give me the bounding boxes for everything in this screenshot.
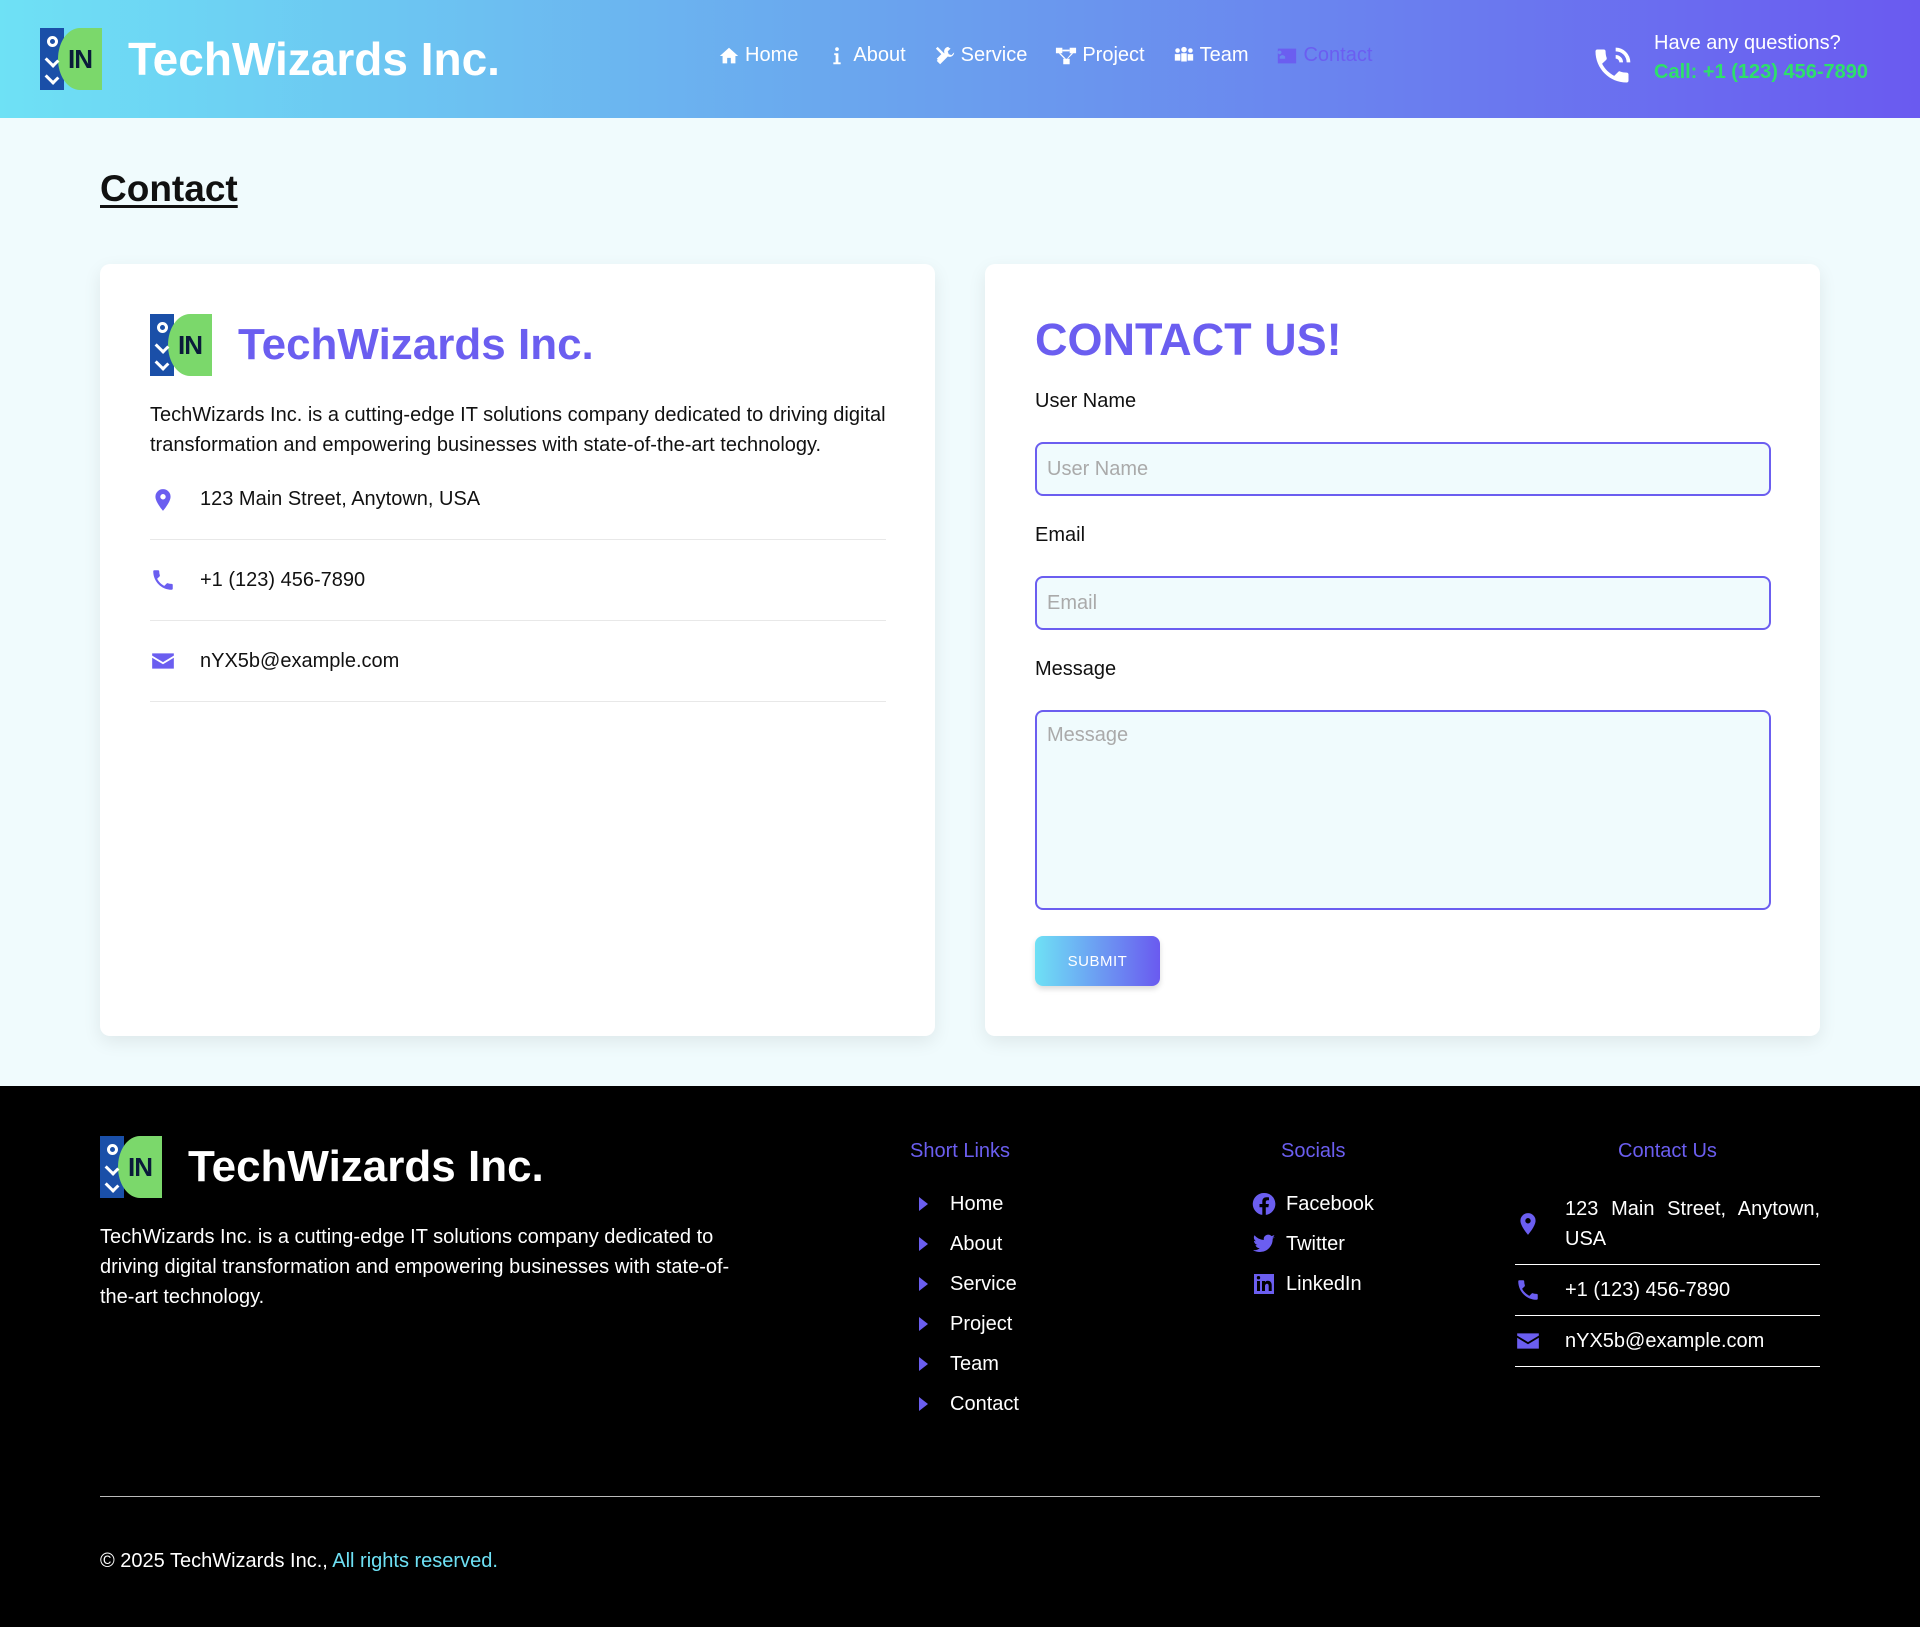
phone-icon [1518, 1280, 1538, 1300]
site-footer: IN TechWizards Inc. TechWizards Inc. is … [0, 1086, 1920, 1627]
nav-label: Contact [1303, 44, 1373, 66]
home-icon [719, 47, 739, 63]
nav-label: About [853, 44, 906, 66]
page-title: Contact [100, 168, 238, 209]
facebook-icon [1252, 1192, 1276, 1215]
social-twitter[interactable]: Twitter [1252, 1224, 1374, 1264]
message-label: Message [1035, 658, 1117, 680]
nav-project[interactable]: Project [1055, 44, 1145, 67]
card-brand: IN TechWizards Inc. [150, 314, 594, 376]
footer-link-home[interactable]: Home [915, 1184, 1019, 1224]
footer-address-text: 123 Main Street, Anytown, USA [1565, 1198, 1820, 1250]
phone-icon [153, 570, 173, 590]
nav-label: Team [1199, 44, 1249, 66]
nav-contact[interactable]: Contact [1276, 44, 1372, 67]
company-info-card: IN TechWizards Inc. TechWizards Inc. is … [100, 264, 935, 1036]
linkedin-icon [1254, 1274, 1274, 1294]
caret-right-icon [919, 1317, 928, 1331]
footer-link-service[interactable]: Service [915, 1264, 1019, 1304]
short-links-heading: Short Links [910, 1140, 1011, 1162]
footer-email-row: nYX5b@example.com [1515, 1316, 1820, 1367]
footer-link-contact[interactable]: Contact [915, 1384, 1019, 1424]
rights-link[interactable]: All rights reserved. [332, 1550, 498, 1572]
card-brand-name: TechWizards Inc. [238, 320, 594, 369]
contact-us-heading: Contact Us [1618, 1140, 1717, 1162]
team-icon [1174, 46, 1193, 61]
email-label: Email [1035, 524, 1086, 546]
socials-list: Facebook Twitter LinkedIn [1252, 1184, 1374, 1304]
username-input[interactable] [1035, 442, 1771, 496]
footer-contact-list: 123 Main Street, Anytown, USA +1 (123) 4… [1515, 1184, 1820, 1367]
logo-icon: IN [100, 1136, 162, 1198]
footer-link-team[interactable]: Team [915, 1344, 1019, 1384]
nav-label: Project [1082, 44, 1145, 66]
header-call: Have any questions? Call: +1 (123) 456-7… [1590, 28, 1868, 88]
footer-brand[interactable]: IN TechWizards Inc. [100, 1136, 544, 1198]
main-nav: Home About Service Project Team Contact [718, 44, 1372, 67]
footer-phone-row: +1 (123) 456-7890 [1515, 1265, 1820, 1316]
short-links-list: Home About Service Project Team Contact [915, 1184, 1019, 1424]
footer-email-text[interactable]: nYX5b@example.com [1565, 1326, 1764, 1356]
footer-address-row: 123 Main Street, Anytown, USA [1515, 1184, 1820, 1265]
info-icon [833, 46, 842, 64]
project-icon [1056, 47, 1077, 64]
contact-form-card: CONTACT US! User Name Email Message SUBM… [985, 264, 1820, 1036]
contact-details: 123 Main Street, Anytown, USA +1 (123) 4… [150, 460, 886, 702]
caret-right-icon [919, 1277, 928, 1291]
caret-right-icon [919, 1237, 928, 1251]
nav-about[interactable]: About [826, 44, 906, 67]
header-brand[interactable]: IN TechWizards Inc. [40, 28, 500, 90]
logo-icon: IN [40, 28, 102, 90]
submit-button[interactable]: SUBMIT [1035, 936, 1160, 986]
nav-service[interactable]: Service [934, 44, 1028, 67]
site-header: IN TechWizards Inc. Home About Service P… [0, 0, 1920, 118]
phone-ringing-icon [1595, 47, 1631, 83]
footer-divider [100, 1496, 1820, 1497]
nav-team[interactable]: Team [1173, 44, 1249, 67]
username-label: User Name [1035, 390, 1137, 412]
company-description: TechWizards Inc. is a cutting-edge IT so… [150, 404, 886, 456]
question-text: Have any questions? [1654, 32, 1841, 54]
brand-name: TechWizards Inc. [128, 33, 500, 85]
twitter-icon [1253, 1234, 1275, 1253]
footer-link-project[interactable]: Project [915, 1304, 1019, 1344]
caret-right-icon [919, 1357, 928, 1371]
social-facebook[interactable]: Facebook [1252, 1184, 1374, 1224]
tools-icon [935, 46, 954, 64]
social-linkedin[interactable]: LinkedIn [1252, 1264, 1374, 1304]
contact-card-icon [1278, 48, 1297, 63]
footer-link-about[interactable]: About [915, 1224, 1019, 1264]
footer-description: TechWizards Inc. is a cutting-edge IT so… [100, 1226, 730, 1308]
call-link[interactable]: Call: +1 (123) 456-7890 [1654, 61, 1868, 84]
caret-right-icon [919, 1397, 928, 1411]
copyright-text: © 2025 TechWizards Inc., [100, 1550, 328, 1572]
logo-icon: IN [150, 314, 212, 376]
address-text: 123 Main Street, Anytown, USA [200, 488, 481, 510]
caret-right-icon [919, 1197, 928, 1211]
nav-label: Home [745, 44, 799, 66]
message-textarea[interactable] [1035, 710, 1771, 910]
nav-label: Service [960, 44, 1028, 66]
footer-phone-text[interactable]: +1 (123) 456-7890 [1565, 1275, 1730, 1305]
phone-row: +1 (123) 456-7890 [150, 540, 886, 621]
envelope-icon [1517, 1333, 1539, 1349]
email-input[interactable] [1035, 576, 1771, 630]
form-title: CONTACT US! [1035, 314, 1342, 365]
location-pin-icon [155, 488, 171, 511]
envelope-icon [152, 653, 174, 669]
email-row: nYX5b@example.com [150, 621, 886, 702]
email-text[interactable]: nYX5b@example.com [200, 650, 399, 673]
phone-text[interactable]: +1 (123) 456-7890 [200, 569, 365, 592]
socials-heading: Socials [1281, 1140, 1346, 1162]
footer-brand-name: TechWizards Inc. [188, 1142, 544, 1191]
address-row: 123 Main Street, Anytown, USA [150, 460, 886, 540]
copyright: © 2025 TechWizards Inc., All rights rese… [100, 1550, 498, 1573]
location-pin-icon [1520, 1213, 1536, 1235]
nav-home[interactable]: Home [718, 44, 798, 67]
